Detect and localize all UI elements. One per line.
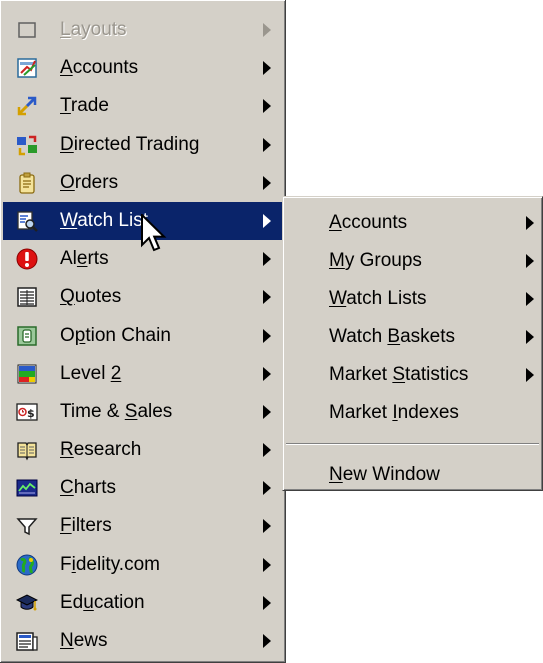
alerts-icon (16, 248, 38, 270)
menu-item-label: Alerts (60, 248, 109, 270)
submenu-item-market-statistics[interactable]: Market Statistics (283, 356, 542, 394)
menu-item-research[interactable]: Research (0, 431, 285, 469)
menu-item-fidelity-com[interactable]: Fidelity.com (0, 546, 285, 584)
submenu-arrow-icon (263, 595, 271, 610)
menu-item-filters[interactable]: Filters (0, 507, 285, 545)
menu-item-label: Watch Lists (329, 288, 427, 309)
menu-item-accounts[interactable]: Accounts (0, 49, 285, 87)
menu-separator (286, 443, 539, 445)
menu-item-label: New Window (329, 464, 440, 485)
submenu-item-watch-lists[interactable]: Watch Lists (283, 280, 542, 318)
submenu-arrow-icon (526, 216, 534, 230)
menu-item-quotes[interactable]: Quotes (0, 278, 285, 316)
menu-item-time-and-sales[interactable]: $ Time & Sales (0, 393, 285, 431)
submenu-arrow-icon (526, 292, 534, 306)
menu-item-label: Trade (60, 95, 109, 117)
menu-item-label: Filters (60, 515, 112, 537)
menu-item-orders[interactable]: Orders (0, 164, 285, 202)
education-icon (16, 594, 38, 611)
menu-item-option-chain[interactable]: Option Chain (0, 317, 285, 355)
menu-item-label: News (60, 630, 108, 651)
svg-text:$: $ (27, 407, 35, 420)
layouts-icon (18, 22, 36, 38)
menu-item-label: Research (60, 439, 142, 461)
menu-item-label: Watch List (60, 209, 148, 231)
submenu-arrow-icon (263, 328, 271, 343)
submenu-arrow-icon (263, 404, 271, 419)
menu-item-news[interactable]: News (0, 622, 285, 660)
submenu-arrow-icon (526, 368, 534, 382)
submenu-arrow-icon (263, 366, 271, 381)
level-2-icon (17, 364, 37, 384)
research-icon (17, 442, 37, 461)
news-icon (16, 632, 38, 651)
accounts-icon (17, 58, 37, 78)
submenu-arrow-icon (526, 330, 534, 344)
menu-item-label: Accounts (60, 57, 139, 79)
menu-item-label: Education (60, 591, 145, 613)
screen: Layouts Accounts Trade Directed Trading Orde… (0, 0, 543, 663)
charts-icon (16, 479, 38, 497)
submenu-arrow-icon (263, 175, 271, 190)
orders-icon (19, 172, 35, 194)
filters-icon (16, 518, 38, 536)
menu-item-label: Orders (60, 171, 119, 193)
submenu-arrow-icon (263, 23, 271, 37)
menu-item-trade[interactable]: Trade (0, 87, 285, 125)
submenu-arrow-icon (263, 213, 271, 228)
menu-item-label: Time & Sales (60, 400, 173, 422)
menu-item-label: Accounts (329, 212, 408, 233)
menu-item-charts[interactable]: Charts (0, 469, 285, 507)
watch-list-icon (17, 211, 38, 232)
menu-item-directed-trading[interactable]: Directed Trading (0, 126, 285, 164)
submenu-arrow-icon (263, 634, 271, 648)
submenu-arrow-icon (263, 443, 271, 458)
directed-trading-icon (17, 135, 37, 155)
submenu-item-my-groups[interactable]: My Groups (283, 242, 542, 280)
submenu-arrow-icon (526, 254, 534, 268)
submenu-item-accounts[interactable]: Accounts (283, 204, 542, 242)
fidelity-globe-icon (16, 554, 38, 576)
menu-item-level-2[interactable]: Level 2 (0, 355, 285, 393)
submenu-arrow-icon (263, 481, 271, 496)
menu-item-label: Fidelity.com (60, 553, 160, 575)
watch-list-submenu: Accounts My Groups Watch Lists Watch Basket… (282, 196, 543, 491)
menu-item-label: My Groups (329, 250, 422, 271)
option-chain-icon (17, 325, 37, 346)
submenu-item-new-window[interactable]: New Window (283, 456, 542, 494)
menu-item-education[interactable]: Education (0, 584, 285, 622)
menu-item-label: Option Chain (60, 324, 171, 346)
menu-item-label: Level 2 (60, 362, 122, 384)
menu-item-layouts: Layouts (0, 11, 285, 49)
submenu-arrow-icon (263, 61, 271, 76)
context-menu: Layouts Accounts Trade Directed Trading Orde… (0, 0, 286, 663)
submenu-arrow-icon (263, 252, 271, 267)
submenu-arrow-icon (263, 99, 271, 114)
menu-item-label: Charts (60, 477, 116, 499)
submenu-item-market-indexes[interactable]: Market Indexes (283, 394, 542, 432)
menu-item-label: Market Statistics (329, 364, 469, 385)
submenu-item-watch-baskets[interactable]: Watch Baskets (283, 318, 542, 356)
quotes-icon (17, 287, 37, 308)
trade-icon (17, 97, 37, 116)
menu-item-label: Watch Baskets (329, 326, 456, 347)
time-and-sales-icon: $ (16, 403, 38, 421)
menu-item-label: Directed Trading (60, 133, 200, 155)
submenu-arrow-icon (263, 519, 271, 534)
menu-item-label: Market Indexes (329, 402, 459, 423)
menu-item-label: Layouts (60, 19, 127, 40)
submenu-arrow-icon (263, 137, 271, 152)
menu-item-label: Quotes (60, 286, 122, 308)
mouse-cursor-icon (141, 214, 167, 252)
submenu-arrow-icon (263, 557, 271, 572)
submenu-arrow-icon (263, 290, 271, 305)
